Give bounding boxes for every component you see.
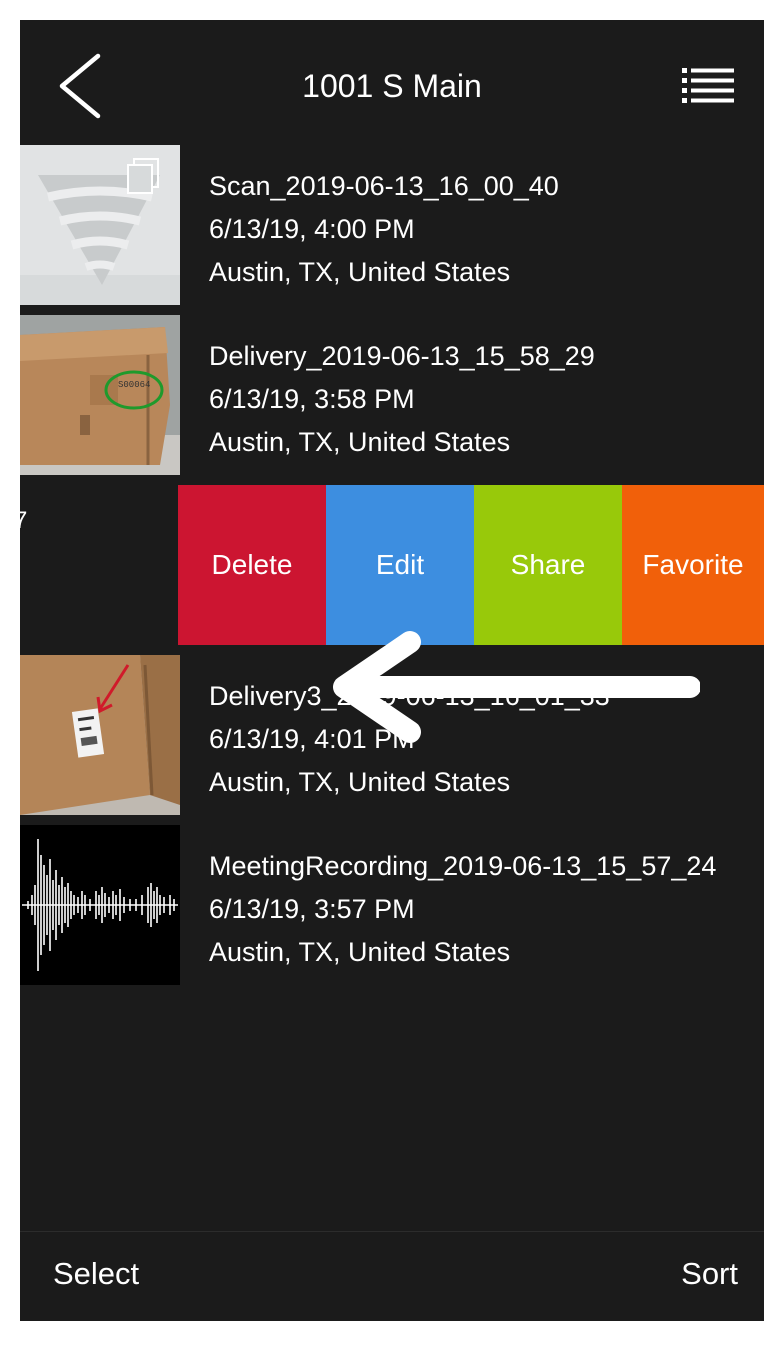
item-date: 6/13/19, 4:00 PM: [209, 214, 415, 244]
waveform-icon: [20, 825, 180, 985]
item-name: MeetingRecording_2019-06-13_15_57_24: [209, 851, 717, 881]
list-item[interactable]: Scan_2019-06-13_16_00_40 6/13/19, 4:00 P…: [20, 145, 764, 305]
swiped-row-remnant[interactable]: 7: [20, 485, 178, 645]
item-meta: MeetingRecording_2019-06-13_15_57_24 6/1…: [209, 845, 716, 974]
list-item[interactable]: Delivery3_2019-06-13_16_01_33 6/13/19, 4…: [20, 655, 764, 815]
item-date: 6/13/19, 3:58 PM: [209, 384, 415, 414]
item-name: Scan_2019-06-13_16_00_40: [209, 171, 559, 201]
favorite-button[interactable]: Favorite: [622, 485, 764, 645]
copy-icon: [127, 158, 159, 194]
svg-text:S00064: S00064: [118, 380, 150, 390]
item-date: 6/13/19, 4:01 PM: [209, 724, 415, 754]
item-date: 6/13/19, 3:57 PM: [209, 894, 415, 924]
item-name: Delivery_2019-06-13_15_58_29: [209, 341, 595, 371]
edit-button[interactable]: Edit: [326, 485, 474, 645]
select-button[interactable]: Select: [53, 1256, 139, 1292]
item-name: Delivery3_2019-06-13_16_01_33: [209, 681, 610, 711]
waveform-thumbnail: [20, 825, 180, 985]
nav-bar: 1001 S Main: [20, 20, 764, 145]
bottom-toolbar: Select Sort: [20, 1231, 764, 1321]
delete-button[interactable]: Delete: [178, 485, 326, 645]
list-view-button[interactable]: [680, 64, 736, 108]
item-meta: Scan_2019-06-13_16_00_40 6/13/19, 4:00 P…: [209, 165, 559, 294]
list-item[interactable]: MeetingRecording_2019-06-13_15_57_24 6/1…: [20, 825, 764, 985]
item-meta: Delivery_2019-06-13_15_58_29 6/13/19, 3:…: [209, 335, 595, 464]
item-location: Austin, TX, United States: [209, 937, 511, 967]
item-location: Austin, TX, United States: [209, 257, 511, 287]
share-button[interactable]: Share: [474, 485, 622, 645]
page-title: 1001 S Main: [302, 68, 482, 104]
swiped-row-partial-text: 7: [20, 507, 28, 534]
box-photo-thumbnail: S00064: [20, 315, 180, 475]
list-item[interactable]: S00064 Delivery_2019-06-13_15_58_29 6/13…: [20, 315, 764, 475]
app-screen: 1001 S Main Scan_2019-06-13_16_00_40 6/1…: [20, 20, 764, 1321]
box-label-photo-thumbnail: [20, 655, 180, 815]
list-icon: [682, 68, 734, 103]
scan-thumbnail: [20, 145, 180, 305]
item-location: Austin, TX, United States: [209, 767, 511, 797]
item-location: Austin, TX, United States: [209, 427, 511, 457]
item-meta: Delivery3_2019-06-13_16_01_33 6/13/19, 4…: [209, 675, 610, 804]
swipe-actions: Delete Edit Share Favorite: [178, 485, 764, 645]
sort-button[interactable]: Sort: [681, 1256, 738, 1292]
